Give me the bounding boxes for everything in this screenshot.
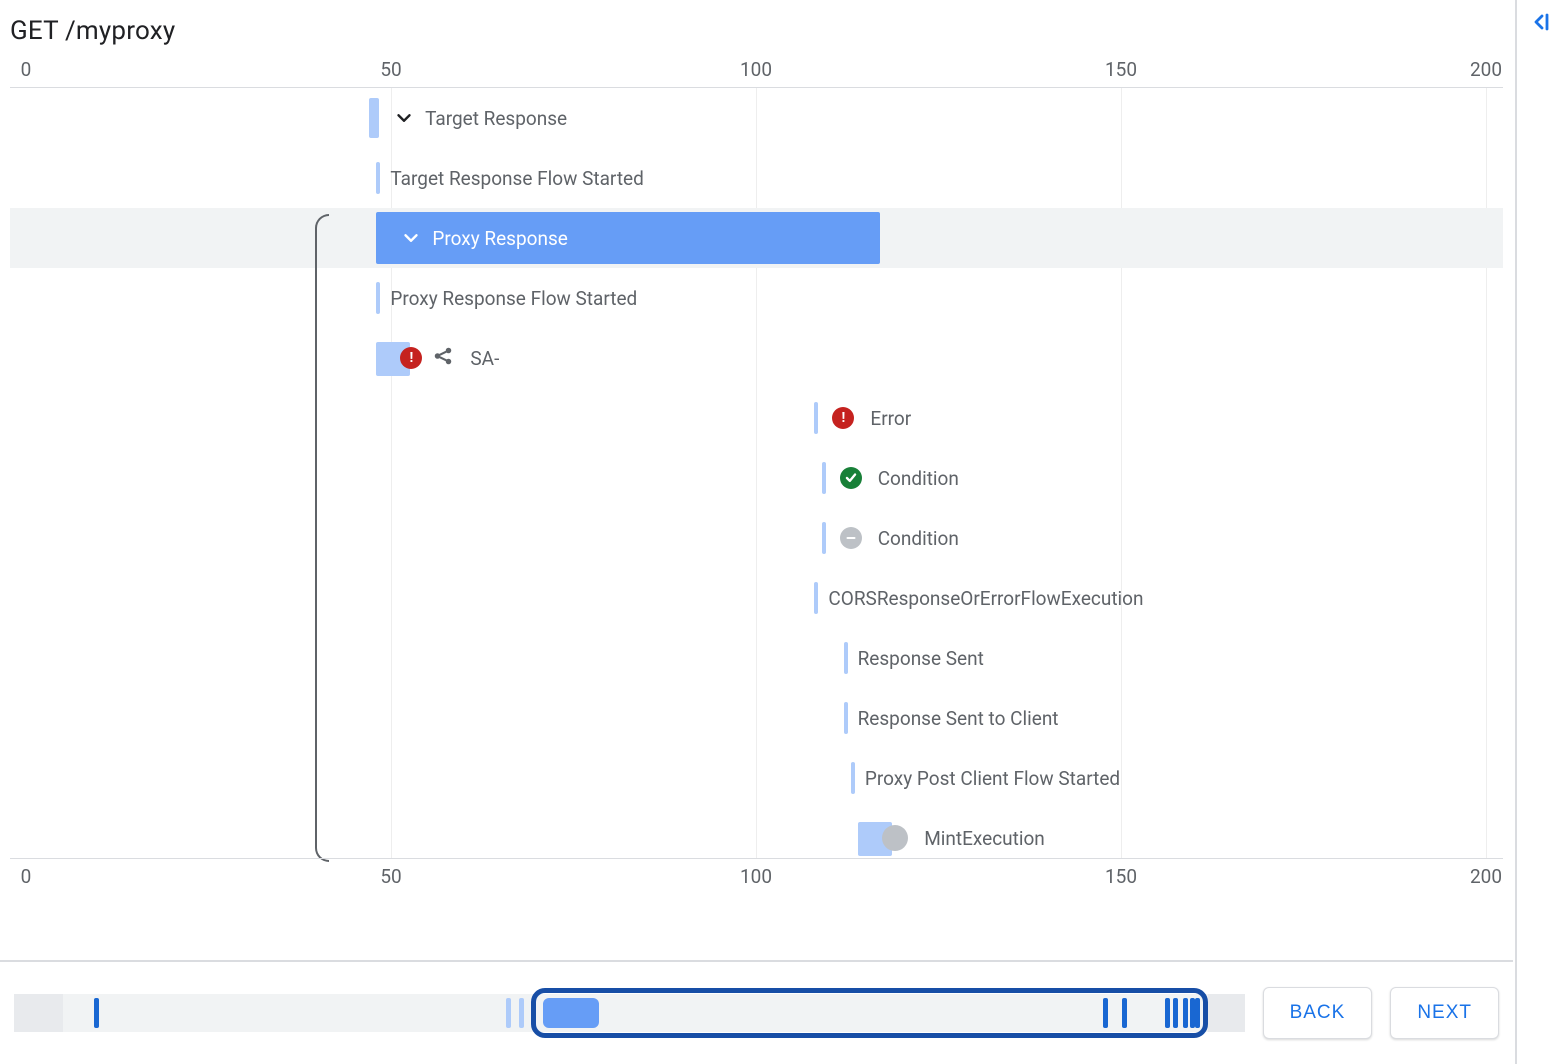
row-label: Error	[870, 407, 911, 430]
back-button[interactable]: BACK	[1263, 987, 1373, 1039]
gantt-bar	[369, 98, 379, 138]
axis-tick: 150	[1105, 58, 1137, 81]
right-rail	[1515, 0, 1560, 1064]
skipped-icon	[840, 527, 862, 549]
row-label: Condition	[878, 527, 959, 550]
row-label: Proxy Post Client Flow Started	[865, 767, 1120, 790]
event-marker	[844, 702, 848, 734]
error-icon: !	[832, 407, 854, 429]
row-label: Proxy Response Flow Started	[390, 287, 637, 310]
gantt-row-response-sent[interactable]: Response Sent	[10, 628, 1503, 688]
next-button[interactable]: NEXT	[1390, 987, 1499, 1039]
chevron-down-icon[interactable]	[400, 227, 422, 249]
row-label: Target Response	[425, 107, 567, 130]
gantt-row-proxy-resp-flow[interactable]: Proxy Response Flow Started	[10, 268, 1503, 328]
gantt-plot[interactable]: Target Response Target Response Flow Star…	[10, 88, 1503, 858]
row-label: CORSResponseOrErrorFlowExecution	[828, 587, 1143, 610]
event-marker	[376, 162, 380, 194]
skipped-icon	[882, 825, 908, 851]
row-label: SA-	[470, 347, 499, 370]
axis-tick: 200	[1470, 58, 1502, 81]
axis-top: 0 50 100 150 200	[10, 54, 1503, 88]
gantt-row-condition-skip[interactable]: Condition	[10, 508, 1503, 568]
event-marker	[851, 762, 855, 794]
collapse-panel-icon[interactable]	[1528, 10, 1552, 38]
row-label: Proxy Response	[432, 227, 567, 250]
gantt-chart: 050100150200 Target ResponseTarget Respo…	[10, 54, 1503, 892]
axis-tick: 200	[1470, 865, 1502, 888]
axis-tick: 50	[380, 865, 401, 888]
gantt-row-proxy-post-client[interactable]: Proxy Post Client Flow Started	[10, 748, 1503, 808]
error-icon: !	[400, 347, 422, 369]
row-label: Response Sent	[858, 647, 984, 670]
chevron-down-icon[interactable]	[393, 107, 415, 129]
row-label: MintExecution	[924, 827, 1045, 850]
gantt-row-error[interactable]: ! Error	[10, 388, 1503, 448]
minimap[interactable]	[14, 994, 1245, 1032]
event-marker	[844, 642, 848, 674]
gantt-row-target-resp-flow[interactable]: Target Response Flow Started	[10, 148, 1503, 208]
axis-tick: 150	[1105, 865, 1137, 888]
gantt-row-target-response[interactable]: Target Response	[10, 88, 1503, 148]
minimap-viewport[interactable]	[531, 988, 1208, 1038]
axis-tick: 100	[740, 865, 772, 888]
shared-flow-icon	[432, 345, 454, 372]
gantt-row-response-sent-client[interactable]: Response Sent to Client	[10, 688, 1503, 748]
row-label: Response Sent to Client	[858, 707, 1059, 730]
success-icon	[840, 467, 862, 489]
gantt-row-cors-flow[interactable]: CORSResponseOrErrorFlowExecution	[10, 568, 1503, 628]
event-marker	[376, 282, 380, 314]
gantt-row-proxy-response[interactable]: Proxy Response	[10, 208, 1503, 268]
footer: BACK NEXT	[0, 960, 1513, 1064]
event-marker	[814, 582, 818, 614]
axis-tick: 0	[21, 865, 32, 888]
axis-tick: 50	[380, 58, 401, 81]
page-title: GET /myproxy	[0, 0, 1513, 54]
row-label: Target Response Flow Started	[390, 167, 643, 190]
row-label: Condition	[878, 467, 959, 490]
axis-tick: 0	[21, 58, 32, 81]
axis-bottom: 0 50 100 150 200	[10, 858, 1503, 892]
group-bracket	[315, 214, 329, 862]
axis-tick: 100	[740, 58, 772, 81]
gantt-row-condition-ok[interactable]: Condition	[10, 448, 1503, 508]
gantt-row-sa-policy[interactable]: ! SA-	[10, 328, 1503, 388]
